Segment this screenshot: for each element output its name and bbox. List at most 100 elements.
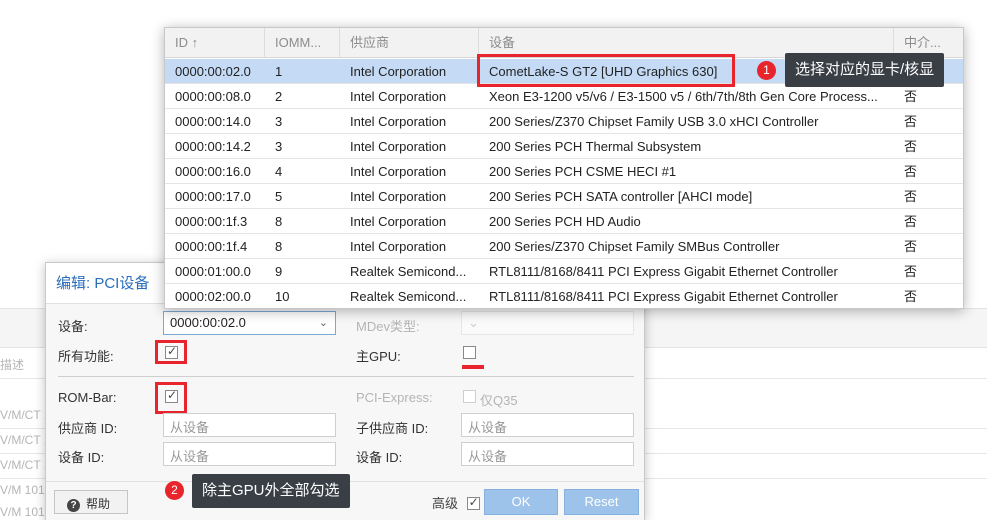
- cell-iommu: 5: [275, 189, 283, 204]
- advanced-label: 高级: [432, 496, 459, 511]
- rombar-label: ROM-Bar:: [58, 390, 117, 405]
- cell-device: 200 Series PCH HD Audio: [489, 214, 641, 229]
- primary-gpu-label: 主GPU:: [356, 349, 401, 364]
- cell-iommu: 10: [275, 289, 290, 304]
- table-row[interactable]: 0000:00:1f.3 8 Intel Corporation 200 Ser…: [165, 209, 963, 234]
- background-row: V/M/CT 1: [0, 408, 51, 422]
- cell-mdev: 否: [904, 239, 918, 254]
- cell-vendor: Intel Corporation: [350, 214, 447, 229]
- column-header-vendor[interactable]: 供应商: [340, 28, 479, 58]
- ok-button[interactable]: OK: [484, 489, 558, 515]
- cell-mdev: 否: [904, 139, 918, 154]
- column-header-iommu[interactable]: IOMM...: [265, 28, 340, 58]
- device-label: 设备:: [58, 319, 88, 334]
- help-icon: ?: [67, 499, 80, 512]
- cell-vendor: Realtek Semicond...: [350, 264, 467, 279]
- callout-check-all: 除主GPU外全部勾选: [192, 474, 350, 508]
- cell-id: 0000:00:14.0: [175, 114, 251, 129]
- all-functions-label: 所有功能:: [58, 349, 114, 364]
- table-row[interactable]: 0000:02:00.0 10 Realtek Semicond... RTL8…: [165, 284, 963, 309]
- vendor-id-input[interactable]: 从设备: [163, 413, 336, 437]
- sub-vendor-id-label: 子供应商 ID:: [356, 421, 429, 436]
- highlight-box: [477, 54, 735, 87]
- cell-device: 200 Series PCH Thermal Subsystem: [489, 139, 702, 154]
- cell-id: 0000:00:14.2: [175, 139, 251, 154]
- table-row[interactable]: 0000:01:00.0 9 Realtek Semicond... RTL81…: [165, 259, 963, 284]
- sub-device-id-input[interactable]: 从设备: [461, 442, 634, 466]
- checkmark-icon: ✓: [468, 495, 479, 509]
- background-row: V/M 101: [0, 505, 45, 519]
- cell-iommu: 9: [275, 264, 283, 279]
- device-select-value: 0000:00:02.0: [170, 315, 246, 330]
- cell-device: 200 Series PCH SATA controller [AHCI mod…: [489, 189, 753, 204]
- help-button-label: 帮助: [86, 497, 111, 511]
- cell-vendor: Intel Corporation: [350, 139, 447, 154]
- mdev-type-select[interactable]: ⌄: [461, 311, 634, 335]
- sub-vendor-id-input[interactable]: 从设备: [461, 413, 634, 437]
- column-header-id[interactable]: ID ↑: [165, 28, 265, 58]
- cell-mdev: 否: [904, 89, 918, 104]
- cell-id: 0000:01:00.0: [175, 264, 251, 279]
- cell-device: RTL8111/8168/8411 PCI Express Gigabit Et…: [489, 264, 838, 279]
- step-badge-1: 1: [757, 61, 776, 80]
- cell-vendor: Intel Corporation: [350, 164, 447, 179]
- cell-iommu: 2: [275, 89, 283, 104]
- cell-device: 200 Series/Z370 Chipset Family SMBus Con…: [489, 239, 780, 254]
- primary-gpu-checkbox[interactable]: [463, 346, 476, 359]
- cell-mdev: 否: [904, 189, 918, 204]
- dialog-body: 设备: 0000:00:02.0 ⌄ MDev类型: ⌄ 所有功能: ✓ 主GP…: [46, 303, 644, 481]
- table-row[interactable]: 0000:00:1f.4 8 Intel Corporation 200 Ser…: [165, 234, 963, 259]
- table-row[interactable]: 0000:00:14.0 3 Intel Corporation 200 Ser…: [165, 109, 963, 134]
- cell-device: 200 Series/Z370 Chipset Family USB 3.0 x…: [489, 114, 819, 129]
- cell-id: 0000:02:00.0: [175, 289, 251, 304]
- cell-device: 200 Series PCH CSME HECI #1: [489, 164, 677, 179]
- step-badge-2: 2: [165, 481, 184, 500]
- device-id-label: 设备 ID:: [58, 450, 105, 465]
- cell-mdev: 否: [904, 264, 918, 279]
- reset-button[interactable]: Reset: [564, 489, 639, 515]
- cell-id: 0000:00:1f.4: [175, 239, 248, 254]
- table-row[interactable]: 0000:00:17.0 5 Intel Corporation 200 Ser…: [165, 184, 963, 209]
- pcie-option-label: 仅Q35: [480, 393, 518, 408]
- cell-device: RTL8111/8168/8411 PCI Express Gigabit Et…: [489, 289, 838, 304]
- advanced-toggle[interactable]: 高级 ✓: [432, 493, 480, 512]
- background-row: V/M/CT 1: [0, 433, 51, 447]
- cell-vendor: Intel Corporation: [350, 114, 447, 129]
- background-row: V/M/CT 1: [0, 458, 51, 472]
- callout-select-gpu: 选择对应的显卡/核显: [785, 53, 945, 87]
- device-select[interactable]: 0000:00:02.0 ⌄: [163, 311, 336, 335]
- cell-id: 0000:00:02.0: [175, 64, 251, 79]
- cell-mdev: 否: [904, 114, 918, 129]
- device-id-input[interactable]: 从设备: [163, 442, 336, 466]
- background-row: V/M 101: [0, 483, 45, 497]
- cell-iommu: 1: [275, 64, 283, 79]
- cell-vendor: Realtek Semicond...: [350, 289, 467, 304]
- pcie-checkbox[interactable]: [463, 390, 476, 403]
- highlight-box: [155, 340, 187, 364]
- cell-id: 0000:00:08.0: [175, 89, 251, 104]
- cell-mdev: 否: [904, 289, 918, 304]
- cell-iommu: 3: [275, 114, 283, 129]
- cell-device: Xeon E3-1200 v5/v6 / E3-1500 v5 / 6th/7t…: [489, 89, 878, 104]
- screen: 描述 V/M/CT 1 V/M/CT 1 V/M/CT 1 V/M 101 V/…: [0, 0, 987, 520]
- table-row[interactable]: 0000:00:08.0 2 Intel Corporation Xeon E3…: [165, 84, 963, 109]
- mdev-type-label: MDev类型:: [356, 319, 420, 334]
- cell-iommu: 8: [275, 239, 283, 254]
- cell-id: 0000:00:1f.3: [175, 214, 248, 229]
- chevron-down-icon: ⌄: [468, 315, 479, 330]
- cell-vendor: Intel Corporation: [350, 64, 447, 79]
- cell-id: 0000:00:17.0: [175, 189, 251, 204]
- cell-mdev: 否: [904, 164, 918, 179]
- background-column-label: 描述: [0, 358, 25, 372]
- chevron-down-icon[interactable]: ⌄: [319, 316, 328, 329]
- cell-iommu: 3: [275, 139, 283, 154]
- table-row[interactable]: 0000:00:14.2 3 Intel Corporation 200 Ser…: [165, 134, 963, 159]
- advanced-checkbox[interactable]: ✓: [466, 495, 480, 510]
- help-button[interactable]: ? 帮助: [54, 490, 128, 514]
- vendor-id-label: 供应商 ID:: [58, 421, 118, 436]
- sub-device-id-label: 设备 ID:: [356, 450, 403, 465]
- cell-iommu: 4: [275, 164, 283, 179]
- table-row[interactable]: 0000:00:16.0 4 Intel Corporation 200 Ser…: [165, 159, 963, 184]
- cell-iommu: 8: [275, 214, 283, 229]
- cell-vendor: Intel Corporation: [350, 89, 447, 104]
